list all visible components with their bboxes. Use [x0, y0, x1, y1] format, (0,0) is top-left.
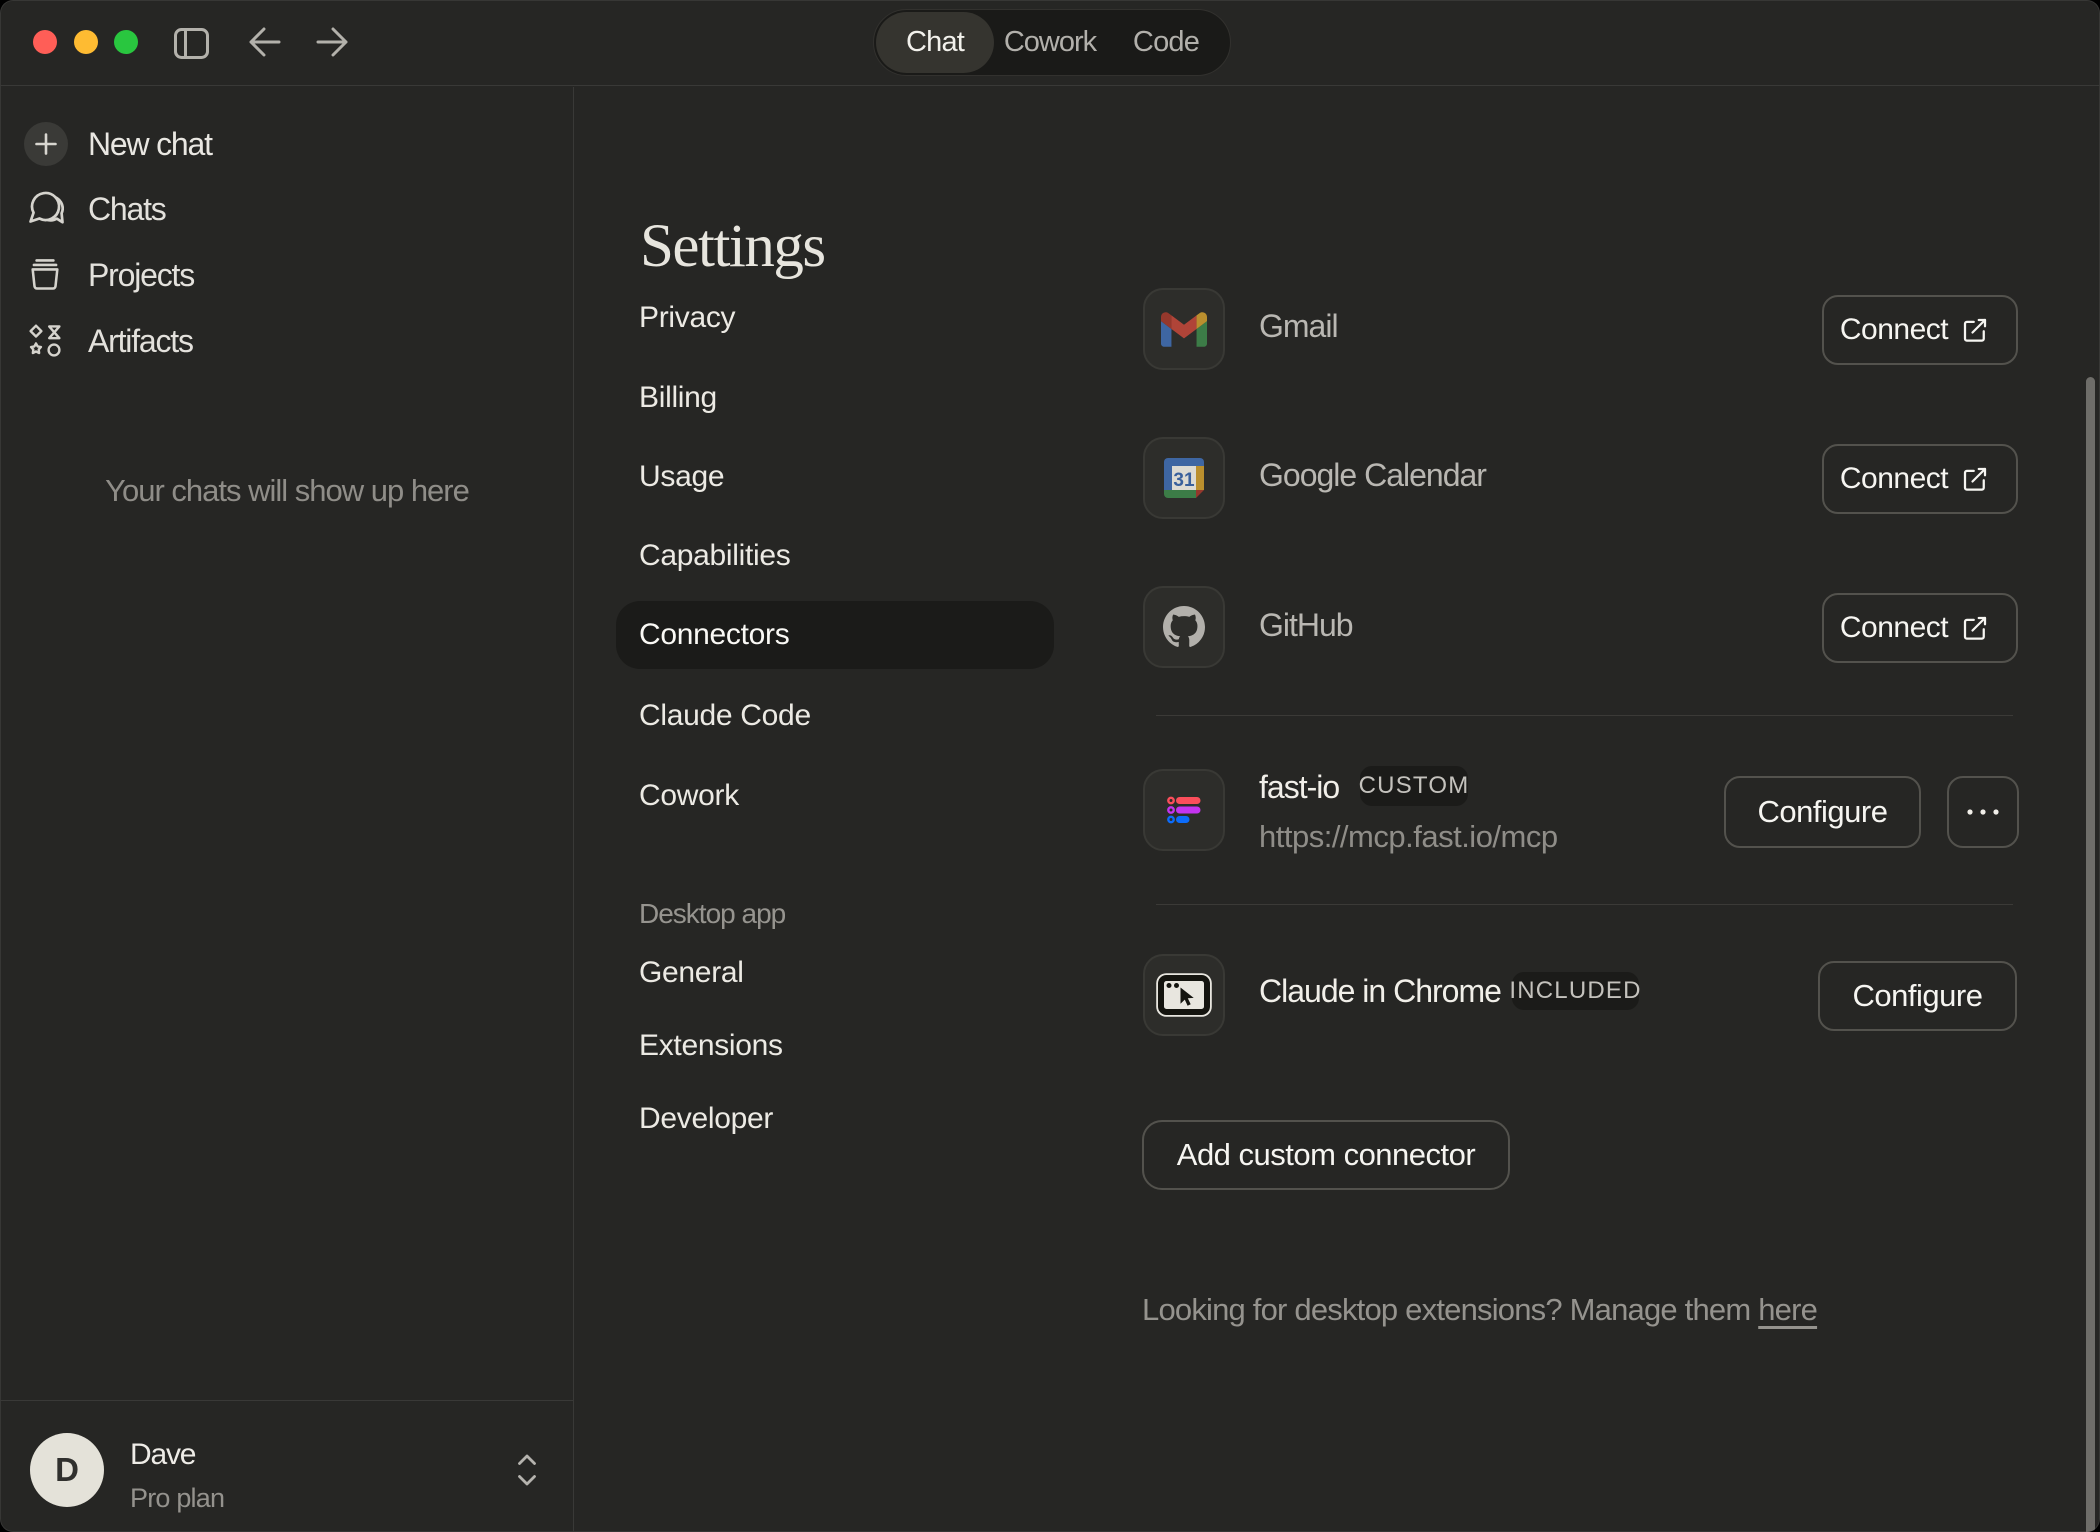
svg-text:31: 31 [1173, 470, 1195, 491]
